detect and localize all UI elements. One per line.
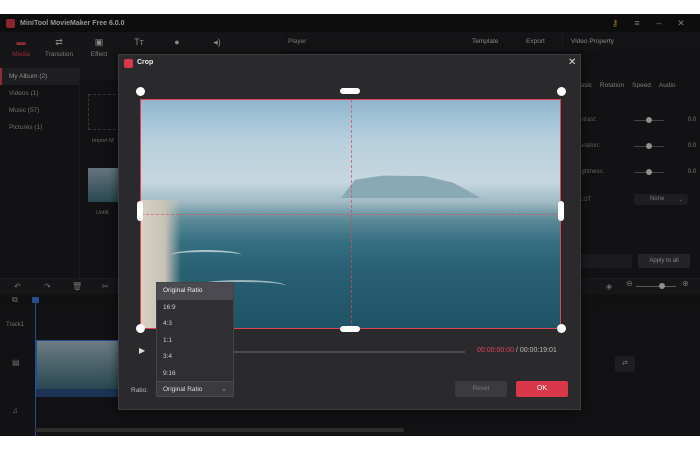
crop-handle-top-left[interactable] xyxy=(136,87,145,96)
crop-dialog-title: Crop xyxy=(137,59,154,66)
preview-wave xyxy=(171,250,241,260)
ratio-select-value: Original Ratio xyxy=(163,386,203,393)
reset-button[interactable]: Reset xyxy=(455,381,507,397)
crop-handle-left[interactable] xyxy=(137,201,143,221)
crop-guide-horizontal xyxy=(141,214,560,215)
crop-handle-right[interactable] xyxy=(558,201,564,221)
close-icon[interactable]: ✕ xyxy=(568,57,576,68)
crop-dialog: Crop ✕ ▶ 00:00:00:00 / 00:00:19:01 Origi… xyxy=(118,54,581,410)
ratio-option-1-1[interactable]: 1:1 xyxy=(157,333,233,350)
ratio-dropdown-menu: Original Ratio 16:9 4:3 1:1 3:4 9:16 xyxy=(156,282,234,382)
ratio-option-16-9[interactable]: 16:9 xyxy=(157,300,233,317)
play-icon[interactable]: ▶ xyxy=(139,346,145,355)
preview-mountain xyxy=(341,175,481,198)
crop-handle-bottom[interactable] xyxy=(340,326,360,332)
ratio-option-original[interactable]: Original Ratio xyxy=(157,283,233,300)
crop-handle-bottom-left[interactable] xyxy=(136,324,145,333)
dialog-logo xyxy=(124,59,133,68)
ratio-option-4-3[interactable]: 4:3 xyxy=(157,316,233,333)
ratio-label: Ratio: xyxy=(131,387,148,394)
app-window: MiniTool MovieMaker Free 6.0.0 ⚷ ≡ – ✕ ▬… xyxy=(0,14,700,436)
ratio-select[interactable]: Original Ratio ⌄ xyxy=(156,381,234,397)
ok-button[interactable]: OK xyxy=(516,381,568,397)
crop-handle-top-right[interactable] xyxy=(557,87,566,96)
total-time: 00:00:19:01 xyxy=(519,347,557,354)
crop-handle-bottom-right[interactable] xyxy=(557,324,566,333)
crop-dialog-header: Crop ✕ xyxy=(119,55,580,71)
chevron-down-icon: ⌄ xyxy=(221,386,227,393)
ratio-option-3-4[interactable]: 3:4 xyxy=(157,349,233,366)
playback-time: 00:00:00:00 / 00:00:19:01 xyxy=(477,347,557,354)
crop-handle-top[interactable] xyxy=(340,88,360,94)
current-time: 00:00:00:00 xyxy=(477,347,514,354)
